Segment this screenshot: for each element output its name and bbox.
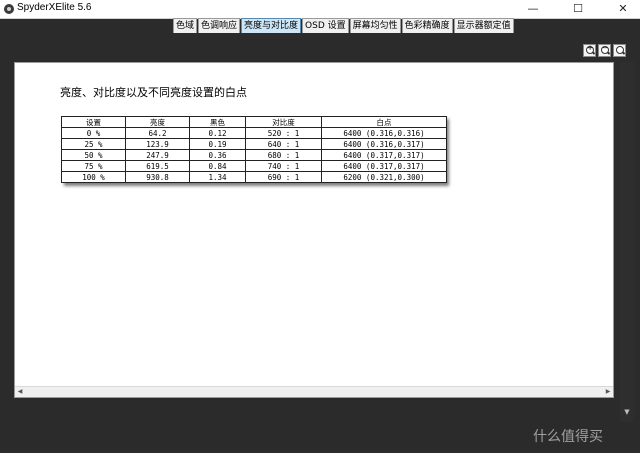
column-header: 设置 (61, 116, 126, 128)
vertical-scrollbar[interactable]: ▼ (620, 62, 634, 422)
column-header: 白点 (321, 116, 447, 128)
table-cell: 64.2 (125, 127, 190, 139)
table-cell: 0.84 (189, 160, 246, 172)
table-row: 100 % 930.8 1.34 690 : 1 6200 (0.321,0.3… (61, 171, 447, 183)
table-cell: 6400 (0.316,0.316) (321, 127, 447, 139)
table-cell: 930.8 (125, 171, 190, 183)
minimize-button[interactable]: — (518, 0, 548, 18)
zoom-in-button[interactable]: + (583, 44, 596, 57)
table-cell: 0.12 (189, 127, 246, 139)
tab-tone-response[interactable]: 色调响应 (198, 18, 241, 33)
table-cell: 247.9 (125, 149, 190, 161)
tab-bar: 色域 色调响应 亮度与对比度 OSD 设置 屏幕均匀性 色彩精确度 显示器额定值 (173, 18, 515, 33)
table-cell: 640 : 1 (245, 138, 322, 150)
zoom-out-button[interactable]: − (598, 44, 611, 57)
table-cell: 123.9 (125, 138, 190, 150)
window-title: SpyderXElite 5.6 (17, 2, 92, 13)
table-cell: 0 % (61, 127, 126, 139)
report-panel: 亮度、对比度以及不同亮度设置的白点 设置 亮度 黑色 对比度 白点 0 % 64… (14, 62, 614, 398)
table-header-row: 设置 亮度 黑色 对比度 白点 (61, 116, 447, 128)
table-cell: 6400 (0.316,0.317) (321, 138, 447, 150)
table-cell: 520 : 1 (245, 127, 322, 139)
table-row: 75 % 619.5 0.84 740 : 1 6400 (0.317,0.31… (61, 160, 447, 172)
tab-brightness-contrast[interactable]: 亮度与对比度 (241, 18, 302, 33)
table-cell: 50 % (61, 149, 126, 161)
report-heading: 亮度、对比度以及不同亮度设置的白点 (60, 86, 247, 99)
maximize-button[interactable]: ☐ (563, 0, 593, 18)
table-cell: 6400 (0.317,0.317) (321, 149, 447, 161)
tab-color-gamut[interactable]: 色域 (173, 18, 198, 33)
horizontal-scrollbar[interactable]: ◀ ▶ (15, 386, 613, 397)
table-cell: 0.19 (189, 138, 246, 150)
table-cell: 740 : 1 (245, 160, 322, 172)
tab-display-rating[interactable]: 显示器额定值 (453, 18, 514, 33)
table-cell: 75 % (61, 160, 126, 172)
column-header: 黑色 (189, 116, 246, 128)
scroll-right-icon[interactable]: ▶ (603, 387, 613, 397)
watermark: 什么值得买 (533, 429, 603, 445)
title-bar: SpyderXElite 5.6 — ☐ ✕ (0, 0, 640, 19)
table-cell: 619.5 (125, 160, 190, 172)
table-cell: 1.34 (189, 171, 246, 183)
tab-color-accuracy[interactable]: 色彩精确度 (401, 18, 453, 33)
table-cell: 0.36 (189, 149, 246, 161)
table-cell: 100 % (61, 171, 126, 183)
app-icon (4, 4, 14, 14)
tab-screen-uniformity[interactable]: 屏幕均匀性 (349, 18, 401, 33)
table-cell: 6400 (0.317,0.317) (321, 160, 447, 172)
table-cell: 25 % (61, 138, 126, 150)
column-header: 亮度 (125, 116, 190, 128)
scroll-left-icon[interactable]: ◀ (15, 387, 25, 397)
table-cell: 690 : 1 (245, 171, 322, 183)
scroll-down-icon[interactable]: ▼ (622, 407, 632, 417)
close-button[interactable]: ✕ (608, 0, 638, 18)
table-row: 0 % 64.2 0.12 520 : 1 6400 (0.316,0.316) (61, 127, 447, 139)
brightness-table: 设置 亮度 黑色 对比度 白点 0 % 64.2 0.12 520 : 1 64… (61, 116, 447, 183)
table-cell: 6200 (0.321,0.300) (321, 171, 447, 183)
table-cell: 680 : 1 (245, 149, 322, 161)
table-row: 50 % 247.9 0.36 680 : 1 6400 (0.317,0.31… (61, 149, 447, 161)
table-row: 25 % 123.9 0.19 640 : 1 6400 (0.316,0.31… (61, 138, 447, 150)
tab-osd-settings[interactable]: OSD 设置 (302, 18, 349, 33)
column-header: 对比度 (245, 116, 322, 128)
zoom-fit-button[interactable] (613, 44, 626, 57)
brightness-table-container: 设置 亮度 黑色 对比度 白点 0 % 64.2 0.12 520 : 1 64… (61, 116, 447, 183)
